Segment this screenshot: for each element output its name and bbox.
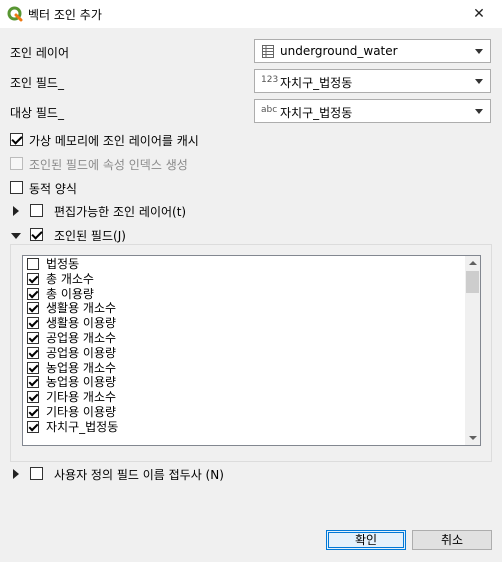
field-checkbox[interactable] bbox=[27, 346, 39, 359]
dynamic-form-label: 동적 양식 bbox=[29, 182, 77, 196]
joined-fields-checkbox[interactable] bbox=[30, 228, 43, 241]
list-item[interactable]: 기타용 이용량 bbox=[25, 405, 465, 420]
collapse-arrow-icon[interactable] bbox=[11, 233, 21, 239]
field-checkbox[interactable] bbox=[27, 391, 39, 404]
field-checkbox[interactable] bbox=[27, 258, 39, 270]
expand-arrow-icon[interactable] bbox=[13, 469, 19, 479]
cache-label: 가상 메모리에 조인 레이어를 캐시 bbox=[29, 134, 199, 148]
list-item[interactable]: 농업용 이용량 bbox=[25, 375, 465, 390]
field-name: 생활용 이용량 bbox=[46, 316, 117, 331]
custom-prefix-label: 사용자 정의 필드 이름 접두사 (N) bbox=[54, 468, 224, 482]
join-layer-value: underground_water bbox=[280, 44, 398, 58]
list-item[interactable]: 자치구_법정동 bbox=[25, 420, 465, 435]
vertical-scrollbar[interactable] bbox=[465, 256, 480, 445]
list-item[interactable]: 생활용 개소수 bbox=[25, 301, 465, 316]
field-name: 총 이용량 bbox=[46, 286, 94, 301]
field-checkbox[interactable] bbox=[27, 272, 39, 285]
target-field-combo[interactable]: abc 자치구_법정동 bbox=[254, 99, 491, 123]
list-item[interactable]: 농업용 개소수 bbox=[25, 361, 465, 376]
field-name: 생활용 개소수 bbox=[46, 301, 117, 316]
joined-fields-label: 조인된 필드(J) bbox=[54, 229, 126, 243]
qgis-logo-icon bbox=[7, 6, 23, 22]
chevron-down-icon bbox=[475, 79, 483, 84]
target-field-value: 자치구_법정동 bbox=[280, 106, 353, 120]
join-field-value: 자치구_법정동 bbox=[280, 76, 353, 90]
list-item[interactable]: 총 이용량 bbox=[25, 287, 465, 302]
dynamic-form-checkbox[interactable] bbox=[10, 181, 23, 194]
cache-checkbox[interactable] bbox=[10, 133, 23, 146]
join-field-combo[interactable]: 123 자치구_법정동 bbox=[254, 69, 491, 93]
field-name: 총 개소수 bbox=[46, 271, 94, 286]
field-name: 공업용 개소수 bbox=[46, 331, 117, 345]
cancel-button[interactable]: 취소 bbox=[412, 530, 492, 550]
title-bar: 벡터 조인 추가 ✕ bbox=[0, 0, 502, 28]
field-name: 법정동 bbox=[46, 257, 80, 271]
field-checkbox[interactable] bbox=[27, 406, 39, 418]
close-button[interactable]: ✕ bbox=[456, 0, 502, 28]
join-layer-combo[interactable]: underground_water bbox=[254, 39, 491, 63]
chevron-down-icon bbox=[475, 49, 483, 54]
list-item[interactable]: 기타용 개소수 bbox=[25, 390, 465, 405]
join-layer-label: 조인 레이어 bbox=[10, 46, 70, 60]
close-icon: ✕ bbox=[473, 6, 485, 22]
field-name: 농업용 개소수 bbox=[46, 360, 117, 375]
field-checkbox[interactable] bbox=[27, 302, 39, 315]
custom-prefix-checkbox[interactable] bbox=[30, 467, 43, 480]
field-checkbox[interactable] bbox=[27, 420, 39, 433]
expand-arrow-icon[interactable] bbox=[13, 206, 19, 216]
ok-button[interactable]: 확인 bbox=[326, 530, 406, 550]
text-type-icon: abc bbox=[261, 105, 278, 115]
field-checkbox[interactable] bbox=[27, 332, 39, 344]
list-item[interactable]: 공업용 개소수 bbox=[25, 331, 465, 346]
list-item[interactable]: 총 개소수 bbox=[25, 272, 465, 287]
index-label: 조인된 필드에 속성 인덱스 생성 bbox=[29, 158, 188, 172]
field-checkbox[interactable] bbox=[27, 317, 39, 330]
window-title: 벡터 조인 추가 bbox=[28, 8, 102, 22]
field-name: 농업용 이용량 bbox=[46, 375, 117, 390]
list-item[interactable]: 생활용 이용량 bbox=[25, 316, 465, 331]
editable-join-checkbox[interactable] bbox=[30, 204, 43, 217]
list-item[interactable]: 공업용 이용량 bbox=[25, 346, 465, 361]
field-checkbox[interactable] bbox=[27, 376, 39, 389]
chevron-down-icon bbox=[475, 109, 483, 114]
scroll-thumb[interactable] bbox=[466, 271, 479, 293]
field-checkbox[interactable] bbox=[27, 361, 39, 374]
field-name: 기타용 개소수 bbox=[46, 390, 117, 405]
field-name: 기타용 이용량 bbox=[46, 405, 117, 419]
table-layer-icon bbox=[262, 45, 274, 58]
scroll-up-icon[interactable] bbox=[469, 261, 477, 265]
editable-join-label: 편집가능한 조인 레이어(t) bbox=[54, 205, 187, 219]
field-name: 자치구_법정동 bbox=[46, 419, 119, 434]
target-field-label: 대상 필드_ bbox=[10, 106, 64, 120]
scroll-down-icon[interactable] bbox=[469, 436, 477, 440]
field-checkbox[interactable] bbox=[27, 287, 39, 300]
numeric-type-icon: 123 bbox=[261, 75, 279, 85]
field-name: 공업용 이용량 bbox=[46, 345, 117, 360]
index-checkbox[interactable] bbox=[10, 157, 23, 170]
joined-fields-list[interactable]: 법정동 총 개소수 총 이용량 생활용 개소수 생활용 이용량 공업용 개소수 공업용 이용… bbox=[22, 255, 481, 446]
join-field-label: 조인 필드_ bbox=[10, 76, 64, 90]
list-item[interactable]: 법정동 bbox=[25, 257, 465, 272]
